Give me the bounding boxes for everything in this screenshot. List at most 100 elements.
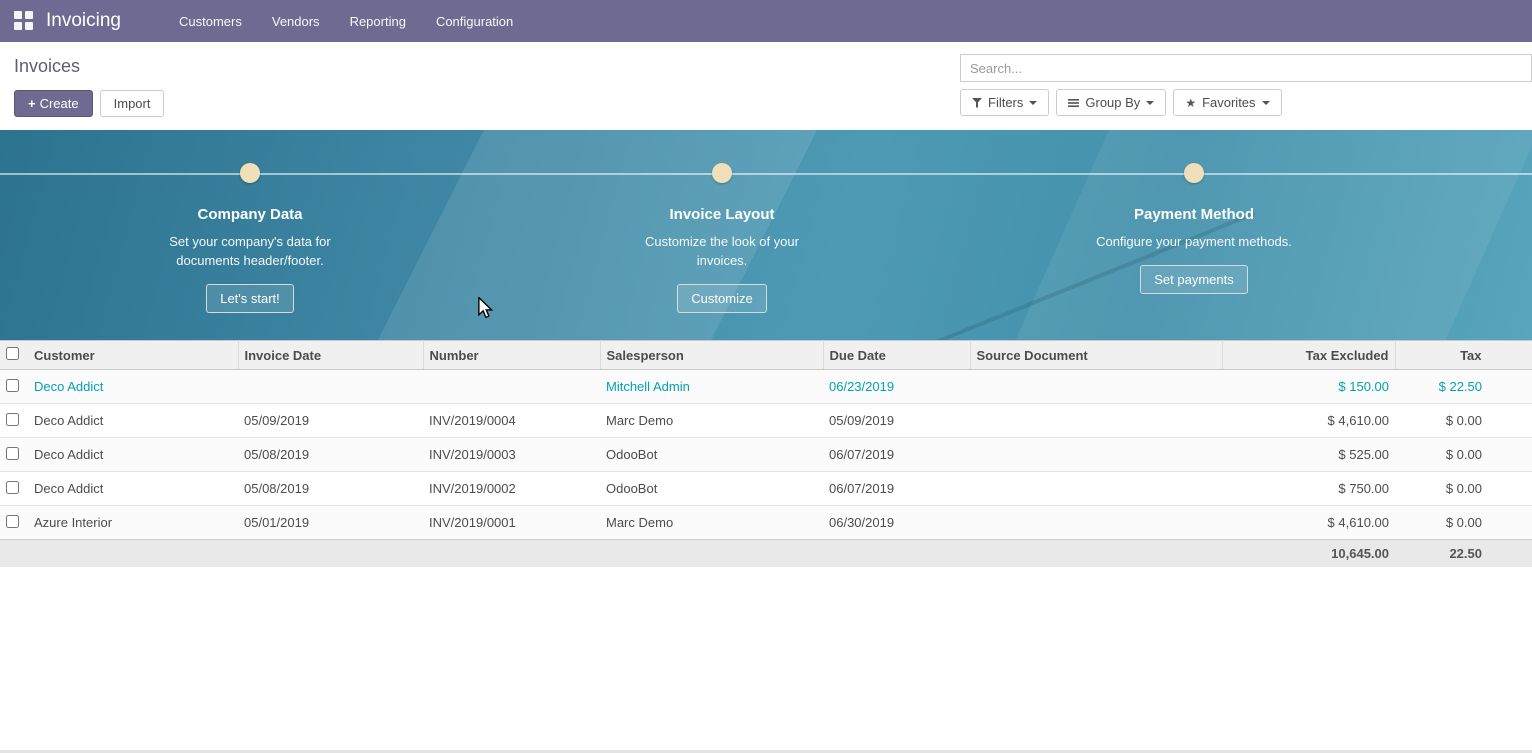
cell-due-date: 06/30/2019: [823, 506, 970, 540]
page-title: Invoices: [14, 56, 164, 77]
row-select-cell: [0, 506, 28, 540]
cell-tax-excluded: $ 150.00: [1222, 370, 1395, 404]
onboarding-step-payment-method: Payment Method Configure your payment me…: [1069, 163, 1319, 294]
menu-configuration[interactable]: Configuration: [436, 14, 513, 29]
col-header-tax[interactable]: Tax: [1395, 341, 1532, 370]
apps-menu-icon[interactable]: [14, 11, 34, 31]
step-title: Invoice Layout: [669, 206, 774, 223]
step-title: Payment Method: [1134, 206, 1254, 223]
cell-tax-excluded: $ 4,610.00: [1222, 506, 1395, 540]
select-all-checkbox[interactable]: [6, 347, 19, 360]
cell-source-document: [970, 472, 1222, 506]
total-tax: 22.50: [1395, 540, 1532, 568]
step-description: Configure your payment methods.: [1069, 232, 1319, 251]
table-row[interactable]: Deco Addict 05/08/2019 INV/2019/0002 Odo…: [0, 472, 1532, 506]
filters-button[interactable]: Filters: [960, 89, 1049, 116]
col-header-number[interactable]: Number: [423, 341, 600, 370]
group-by-button-label: Group By: [1085, 95, 1140, 110]
cell-source-document: [970, 506, 1222, 540]
table-row[interactable]: Deco Addict 05/08/2019 INV/2019/0003 Odo…: [0, 438, 1532, 472]
star-icon: ★: [1185, 97, 1196, 109]
step-description: Set your company's data for documents he…: [154, 232, 346, 270]
row-checkbox[interactable]: [6, 413, 19, 426]
cell-tax: $ 0.00: [1395, 438, 1532, 472]
app-name[interactable]: Invoicing: [46, 10, 121, 32]
cell-tax: $ 0.00: [1395, 506, 1532, 540]
step-dot-icon: [712, 163, 732, 183]
cell-invoice-date: 05/08/2019: [238, 472, 423, 506]
create-button[interactable]: + Create: [14, 90, 93, 117]
cell-salesperson: Marc Demo: [600, 506, 823, 540]
cell-tax: $ 0.00: [1395, 404, 1532, 438]
cell-salesperson: OdooBot: [600, 472, 823, 506]
row-checkbox[interactable]: [6, 379, 19, 392]
cell-source-document: [970, 370, 1222, 404]
cell-source-document: [970, 404, 1222, 438]
cell-salesperson: OdooBot: [600, 438, 823, 472]
cell-number: INV/2019/0001: [423, 506, 600, 540]
row-checkbox[interactable]: [6, 515, 19, 528]
col-header-tax-excluded[interactable]: Tax Excluded: [1222, 341, 1395, 370]
table-row[interactable]: Deco Addict 05/09/2019 INV/2019/0004 Mar…: [0, 404, 1532, 438]
cell-number: [423, 370, 600, 404]
menu-customers[interactable]: Customers: [179, 14, 242, 29]
mouse-cursor: [477, 297, 493, 319]
cell-tax: $ 0.00: [1395, 472, 1532, 506]
onboarding-step-invoice-layout: Invoice Layout Customize the look of you…: [633, 163, 811, 313]
table-row[interactable]: Azure Interior 05/01/2019 INV/2019/0001 …: [0, 506, 1532, 540]
list-footer: 10,645.00 22.50: [0, 540, 1532, 568]
col-header-source-document[interactable]: Source Document: [970, 341, 1222, 370]
cell-invoice-date: [238, 370, 423, 404]
row-select-cell: [0, 472, 28, 506]
cell-customer[interactable]: Deco Addict: [28, 438, 238, 472]
row-checkbox[interactable]: [6, 447, 19, 460]
top-nav-bar: Invoicing Customers Vendors Reporting Co…: [0, 0, 1532, 42]
filters-button-label: Filters: [988, 95, 1023, 110]
group-by-button[interactable]: Group By: [1056, 89, 1166, 116]
cell-source-document: [970, 438, 1222, 472]
cell-customer[interactable]: Deco Addict: [28, 370, 238, 404]
lets-start-button[interactable]: Let's start!: [206, 284, 294, 313]
col-header-invoice-date[interactable]: Invoice Date: [238, 341, 423, 370]
top-menu: Customers Vendors Reporting Configuratio…: [179, 14, 513, 29]
customize-button[interactable]: Customize: [677, 284, 766, 313]
list-bars-icon: [1068, 98, 1079, 108]
cell-number: INV/2019/0003: [423, 438, 600, 472]
search-options-row: Filters Group By ★ Favorites: [960, 89, 1532, 116]
action-buttons: + Create Import: [14, 90, 164, 117]
menu-reporting[interactable]: Reporting: [350, 14, 406, 29]
cell-invoice-date: 05/08/2019: [238, 438, 423, 472]
cell-tax-excluded: $ 4,610.00: [1222, 404, 1395, 438]
cell-invoice-date: 05/01/2019: [238, 506, 423, 540]
cell-due-date: 06/07/2019: [823, 438, 970, 472]
totals-row-spacer: [0, 540, 1222, 568]
menu-vendors[interactable]: Vendors: [272, 14, 320, 29]
chevron-down-icon: [1029, 101, 1037, 109]
cell-tax-excluded: $ 525.00: [1222, 438, 1395, 472]
select-all-cell: [0, 341, 28, 370]
row-select-cell: [0, 404, 28, 438]
create-button-label: Create: [40, 96, 79, 111]
cell-invoice-date: 05/09/2019: [238, 404, 423, 438]
cell-due-date: 05/09/2019: [823, 404, 970, 438]
control-panel: Invoices + Create Import Filters Group By: [0, 42, 1532, 130]
cell-customer[interactable]: Deco Addict: [28, 404, 238, 438]
invoicing-app-window: Invoicing Customers Vendors Reporting Co…: [0, 0, 1532, 753]
table-row[interactable]: Deco Addict Mitchell Admin 06/23/2019 $ …: [0, 370, 1532, 404]
cell-customer[interactable]: Azure Interior: [28, 506, 238, 540]
cell-tax: $ 22.50: [1395, 370, 1532, 404]
import-button[interactable]: Import: [100, 90, 165, 117]
col-header-due-date[interactable]: Due Date: [823, 341, 970, 370]
step-dot-icon: [240, 163, 260, 183]
cell-customer[interactable]: Deco Addict: [28, 472, 238, 506]
col-header-customer[interactable]: Customer: [28, 341, 238, 370]
set-payments-button[interactable]: Set payments: [1140, 265, 1248, 294]
funnel-icon: [972, 98, 982, 108]
cell-salesperson: Marc Demo: [600, 404, 823, 438]
search-input[interactable]: [960, 54, 1532, 82]
col-header-salesperson[interactable]: Salesperson: [600, 341, 823, 370]
favorites-button[interactable]: ★ Favorites: [1173, 89, 1281, 116]
row-checkbox[interactable]: [6, 481, 19, 494]
plus-icon: +: [28, 96, 36, 111]
cell-salesperson: Mitchell Admin: [600, 370, 823, 404]
